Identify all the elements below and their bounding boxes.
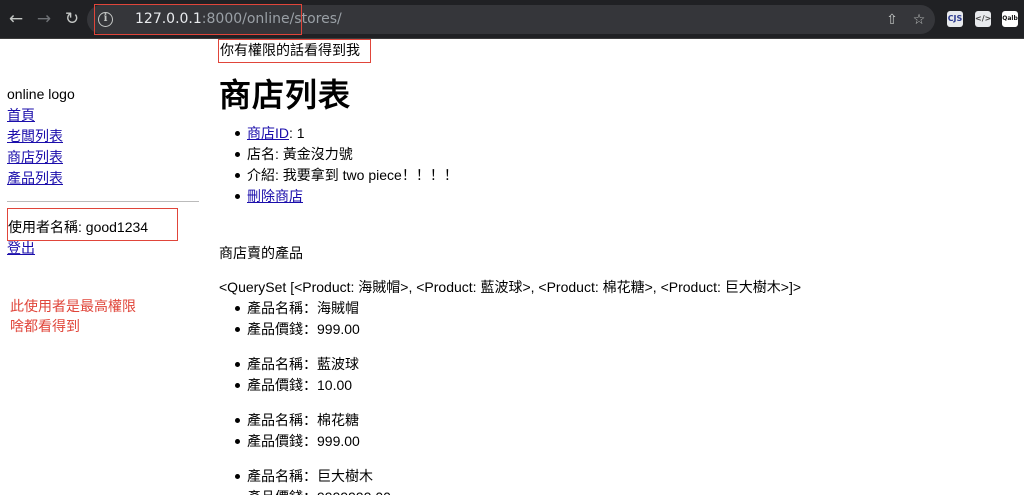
url-highlight-box [94, 4, 302, 35]
product-list: 產品名稱：棉花糖 產品價錢：999.00 [219, 410, 360, 452]
qalb-extension-icon[interactable]: Qalb [1002, 11, 1018, 27]
admin-note-line: 啥都看得到 [10, 318, 80, 334]
cjs-extension-icon[interactable]: CJS [947, 11, 963, 27]
code-extension-icon[interactable]: </> [975, 11, 991, 27]
product-name: 產品名稱：棉花糖 [219, 410, 360, 431]
sidebar: online logo 首頁 老闆列表 商店列表 產品列表 [7, 84, 199, 189]
store-id-value: : 1 [289, 125, 305, 141]
back-arrow-icon[interactable]: ← [4, 7, 28, 31]
nav-link-home[interactable]: 首頁 [7, 105, 199, 126]
product-name: 產品名稱：巨大樹木 [219, 466, 391, 487]
admin-annotation: 此使用者是最高權限 啥都看得到 [10, 296, 136, 336]
store-name: 店名: 黃金沒力號 [219, 144, 458, 165]
queryset-text: <QuerySet [<Product: 海賊帽>, <Product: 藍波球… [219, 279, 802, 295]
list-item: 商店ID: 1 [219, 123, 458, 144]
product-name: 產品名稱：海賊帽 [219, 298, 360, 319]
product-name: 產品名稱：藍波球 [219, 354, 359, 375]
product-list: 產品名稱：巨大樹木 產品價錢：9999999.00 [219, 466, 391, 495]
forward-arrow-icon[interactable]: → [32, 7, 56, 31]
products-heading: 商店賣的產品 [219, 245, 303, 261]
nav-link-stores[interactable]: 商店列表 [7, 147, 199, 168]
nav-link-owners[interactable]: 老闆列表 [7, 126, 199, 147]
share-icon[interactable]: ⇧ [883, 11, 901, 29]
product-list: 產品名稱：海賊帽 產品價錢：999.00 [219, 298, 360, 340]
admin-note-line: 此使用者是最高權限 [10, 298, 136, 314]
sidebar-divider [7, 201, 199, 202]
permission-text: 你有權限的話看得到我 [220, 42, 360, 58]
list-item: 刪除商店 [219, 186, 458, 207]
page-content: online logo 首頁 老闆列表 商店列表 產品列表 使用者名稱: goo… [0, 39, 1024, 495]
store-id-link[interactable]: 商店ID [247, 125, 289, 141]
store-details-list: 商店ID: 1 店名: 黃金沒力號 介紹: 我要拿到 two piece！！！！… [219, 123, 458, 207]
product-price: 產品價錢：999.00 [219, 431, 360, 452]
logout-link[interactable]: 登出 [7, 238, 35, 259]
product-price: 產品價錢：999.00 [219, 319, 360, 340]
page-title: 商店列表 [219, 77, 352, 113]
username-label: 使用者名稱: good1234 [8, 219, 149, 235]
nav-link-products[interactable]: 產品列表 [7, 168, 199, 189]
reload-icon[interactable]: ↻ [60, 7, 84, 31]
delete-store-link[interactable]: 刪除商店 [247, 188, 303, 204]
product-price: 產品價錢：9999999.00 [219, 487, 391, 495]
product-list: 產品名稱：藍波球 產品價錢：10.00 [219, 354, 359, 396]
ext-label: Qalb [1002, 15, 1018, 22]
ext-label: CJS [947, 14, 963, 23]
site-logo: online logo [7, 86, 75, 102]
product-price: 產品價錢：10.00 [219, 375, 359, 396]
bookmark-star-icon[interactable]: ☆ [910, 11, 928, 29]
store-intro: 介紹: 我要拿到 two piece！！！！ [219, 165, 458, 186]
ext-label: </> [975, 14, 992, 23]
